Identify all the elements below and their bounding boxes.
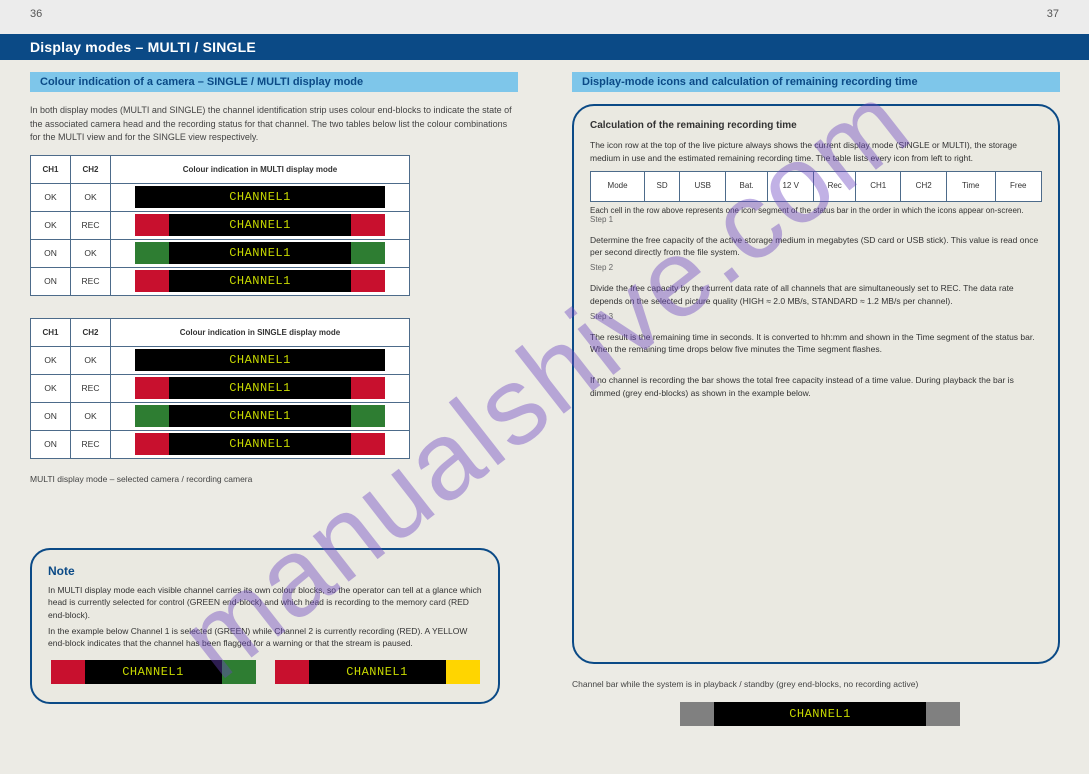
table-single-mode: CH1 CH2 Colour indication in SINGLE disp… bbox=[30, 318, 410, 459]
status-end-red bbox=[351, 433, 385, 455]
step-2: Divide the free capacity by the current … bbox=[590, 282, 1042, 308]
page-number-right: 37 bbox=[1047, 8, 1059, 20]
channel-label: CHANNEL1 bbox=[169, 186, 351, 208]
status-end-green bbox=[351, 405, 385, 427]
right-intro: The icon row at the top of the live pict… bbox=[590, 139, 1042, 165]
status-end-gray bbox=[680, 702, 714, 726]
status-end-red bbox=[351, 270, 385, 292]
note-text-1: In MULTI display mode each visible chann… bbox=[48, 584, 482, 621]
chapter-header-bar: Display modes – MULTI / SINGLE bbox=[0, 34, 1089, 60]
table-row: OK REC CHANNEL1 bbox=[31, 374, 410, 402]
icon-row-table: Mode SD USB Bat. 12 V Rec CH1 CH2 Time F… bbox=[590, 171, 1042, 202]
chapter-title: Display modes – MULTI / SINGLE bbox=[0, 34, 1089, 60]
table-row: OK REC CHANNEL1 bbox=[31, 211, 410, 239]
example-strip-2: CHANNEL1 bbox=[275, 660, 480, 684]
icon-cell: SD bbox=[645, 171, 680, 201]
icon-cell: 12 V bbox=[767, 171, 813, 201]
calc-closing: If no channel is recording the bar shows… bbox=[590, 374, 1042, 400]
icon-cell: Free bbox=[995, 171, 1041, 201]
th-ch1: CH1 bbox=[31, 318, 71, 346]
step-1: Determine the free capacity of the activ… bbox=[590, 234, 1042, 260]
icon-cell: Mode bbox=[591, 171, 645, 201]
icon-cell: CH2 bbox=[901, 171, 946, 201]
bottom-caption: Channel bar while the system is in playb… bbox=[572, 678, 1060, 691]
channel-label: CHANNEL1 bbox=[169, 242, 351, 264]
note-text-2: In the example below Channel 1 is select… bbox=[48, 625, 482, 650]
channel-label: CHANNEL1 bbox=[85, 660, 222, 684]
multi-note-paragraph: MULTI display mode – selected camera / r… bbox=[30, 473, 518, 486]
channel-label: CHANNEL1 bbox=[169, 270, 351, 292]
status-end-yellow bbox=[446, 660, 480, 684]
calc-table-note: Each cell in the row above represents on… bbox=[590, 206, 1042, 215]
step-label-3: Step 3 bbox=[590, 312, 1042, 321]
example-strip-1: CHANNEL1 bbox=[51, 660, 256, 684]
note-title: Note bbox=[48, 564, 482, 578]
status-end-red bbox=[351, 377, 385, 399]
channel-label: CHANNEL1 bbox=[169, 405, 351, 427]
status-end-green bbox=[351, 242, 385, 264]
table-row: ON REC CHANNEL1 bbox=[31, 267, 410, 295]
icon-cell: Time bbox=[946, 171, 995, 201]
icon-cell: USB bbox=[679, 171, 725, 201]
status-end-red bbox=[275, 660, 309, 684]
icon-cell: CH1 bbox=[856, 171, 901, 201]
status-end-red bbox=[135, 433, 169, 455]
table-multi-mode: CH1 CH2 Colour indication in MULTI displ… bbox=[30, 155, 410, 296]
left-section-header: Colour indication of a camera – SINGLE /… bbox=[30, 72, 518, 92]
status-end-red bbox=[135, 214, 169, 236]
step-label-2: Step 2 bbox=[590, 263, 1042, 272]
channel-label: CHANNEL1 bbox=[309, 660, 446, 684]
channel-label: CHANNEL1 bbox=[169, 214, 351, 236]
th-ch2: CH2 bbox=[71, 318, 111, 346]
th-ch1: CH1 bbox=[31, 155, 71, 183]
status-end-black bbox=[351, 186, 385, 208]
status-end-red bbox=[135, 377, 169, 399]
status-end-green bbox=[222, 660, 256, 684]
calculation-box: Calculation of the remaining recording t… bbox=[572, 104, 1060, 664]
th-ch2: CH2 bbox=[71, 155, 111, 183]
table-row: OK OK CHANNEL1 bbox=[31, 183, 410, 211]
right-section-header: Display-mode icons and calculation of re… bbox=[572, 72, 1060, 92]
note-box: Note In MULTI display mode each visible … bbox=[30, 548, 500, 704]
step-label-1: Step 1 bbox=[590, 215, 1042, 224]
channel-label: CHANNEL1 bbox=[169, 433, 351, 455]
status-end-green bbox=[135, 242, 169, 264]
table-row: ON OK CHANNEL1 bbox=[31, 239, 410, 267]
calc-heading: Calculation of the remaining recording t… bbox=[590, 120, 1042, 131]
page-number-left: 36 bbox=[30, 8, 42, 20]
status-end-red bbox=[135, 270, 169, 292]
channel-label: CHANNEL1 bbox=[169, 377, 351, 399]
status-end-black bbox=[351, 349, 385, 371]
table-row: ON OK CHANNEL1 bbox=[31, 402, 410, 430]
status-end-black bbox=[135, 349, 169, 371]
table-row: OK OK CHANNEL1 bbox=[31, 346, 410, 374]
channel-label: CHANNEL1 bbox=[714, 702, 926, 726]
bottom-standby-strip: CHANNEL1 bbox=[680, 702, 960, 726]
th-indication-single: Colour indication in SINGLE display mode bbox=[111, 318, 410, 346]
intro-paragraph: In both display modes (MULTI and SINGLE)… bbox=[30, 104, 518, 145]
status-end-red bbox=[51, 660, 85, 684]
table-row: ON REC CHANNEL1 bbox=[31, 430, 410, 458]
status-end-black bbox=[135, 186, 169, 208]
icon-cell: Rec bbox=[814, 171, 856, 201]
channel-label: CHANNEL1 bbox=[169, 349, 351, 371]
status-end-green bbox=[135, 405, 169, 427]
status-end-red bbox=[351, 214, 385, 236]
icon-cell: Bat. bbox=[726, 171, 768, 201]
step-3: The result is the remaining time in seco… bbox=[590, 331, 1042, 357]
th-indication: Colour indication in MULTI display mode bbox=[111, 155, 410, 183]
status-end-gray bbox=[926, 702, 960, 726]
